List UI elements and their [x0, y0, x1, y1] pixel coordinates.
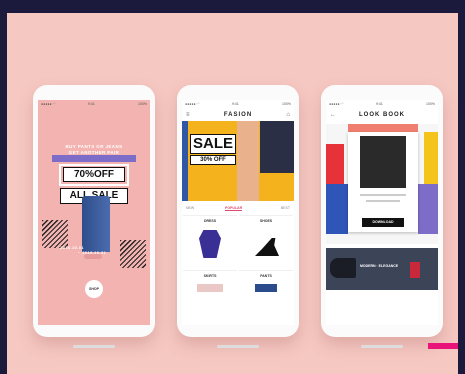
page-title: LOOK BOOK [359, 112, 405, 118]
lookbook-card[interactable]: DOWNLOAD [348, 132, 418, 232]
shoe-image [330, 258, 356, 278]
purple-block [418, 184, 438, 234]
text-line [366, 200, 400, 202]
tab-popular[interactable]: POPULAR [225, 206, 243, 211]
lookbook-screen: ●●●●● ◠ 9:41 100% ← LOOK BOOK DOWNLOAD M… [326, 100, 438, 325]
hero-blue-stripe [182, 121, 188, 201]
product-label: DRESS [203, 219, 217, 223]
signal-indicator: ●●●●● ◠ [329, 102, 344, 106]
offer-label: 70%OFF [63, 167, 125, 182]
promo-date-end: ~ 2016.10.31 [78, 250, 107, 255]
battery-indicator: 100% [426, 102, 435, 106]
zigzag-pattern-left [42, 220, 68, 248]
tab-best[interactable]: BEST [281, 206, 290, 210]
category-tabs: NEW POPULAR BEST [182, 204, 294, 212]
bag-icon[interactable]: ⌂ [286, 109, 290, 121]
promo-screen: ●●●●● ◠ 9:41 100% BUY PANTS OR JEANS GET… [38, 100, 150, 325]
status-bar: ●●●●● ◠ 9:41 100% [38, 100, 150, 108]
battery-indicator: 100% [282, 102, 291, 106]
status-bar: ●●●●● ◠ 9:41 100% [326, 100, 438, 108]
model-jeans-image [82, 196, 110, 262]
hero-hands-image [237, 121, 259, 201]
product-label: SHOES [259, 219, 273, 223]
phone-lookbook: ●●●●● ◠ 9:41 100% ← LOOK BOOK DOWNLOAD M… [321, 85, 443, 348]
page-title: FASION [223, 112, 253, 118]
signal-indicator: ●●●●● ◠ [185, 102, 200, 106]
shop-button[interactable]: SHOP [85, 280, 103, 298]
perfume-image [410, 262, 420, 278]
purple-stripe [52, 155, 136, 162]
phone-promo: ●●●●● ◠ 9:41 100% BUY PANTS OR JEANS GET… [33, 85, 155, 348]
signal-indicator: ●●●●● ◠ [41, 102, 56, 106]
download-button[interactable]: DOWNLOAD [362, 218, 404, 227]
home-indicator [217, 345, 259, 348]
text-line [360, 194, 406, 196]
product-tile-skirts[interactable]: SKIRTS [183, 270, 237, 325]
blue-block [326, 184, 348, 234]
phone-fashion: ●●●●● ◠ 9:41 100% ≡ FASION ⌂ SALE 30% OF… [177, 85, 299, 348]
bowtie-image [360, 136, 406, 188]
shoe-image [255, 238, 279, 256]
clock: 9:41 [88, 102, 95, 106]
clock: 9:41 [232, 102, 239, 106]
skirt-image [197, 284, 223, 292]
hero-jacket-image [260, 121, 294, 173]
tab-new[interactable]: NEW [186, 206, 194, 210]
product-label: SKIRTS [203, 274, 217, 278]
zigzag-pattern-right [120, 240, 146, 268]
promo-line-1: BUY PANTS OR JEANS [65, 144, 123, 149]
fashion-screen: ●●●●● ◠ 9:41 100% ≡ FASION ⌂ SALE 30% OF… [182, 100, 294, 325]
home-indicator [73, 345, 115, 348]
status-bar: ●●●●● ◠ 9:41 100% [182, 100, 294, 108]
accent-bar [428, 343, 458, 349]
product-tile-shoes[interactable]: SHOES [239, 215, 293, 270]
home-indicator [361, 345, 403, 348]
clock: 9:41 [376, 102, 383, 106]
battery-indicator: 100% [138, 102, 147, 106]
pants-image [255, 284, 277, 292]
product-tile-pants[interactable]: PANTS [239, 270, 293, 325]
product-label: PANTS [260, 274, 272, 278]
mockup-background: ●●●●● ◠ 9:41 100% BUY PANTS OR JEANS GET… [7, 13, 458, 374]
offer-label: 30% OFF [190, 155, 236, 165]
sale-label: SALE [190, 134, 236, 154]
elegance-banner[interactable]: MODERN · ELEGANCE [326, 248, 438, 290]
product-tile-dress[interactable]: DRESS [183, 215, 237, 270]
lookbook-artwork: DOWNLOAD [326, 124, 438, 244]
banner-text: MODERN · ELEGANCE [360, 264, 399, 268]
dress-image [199, 230, 221, 258]
